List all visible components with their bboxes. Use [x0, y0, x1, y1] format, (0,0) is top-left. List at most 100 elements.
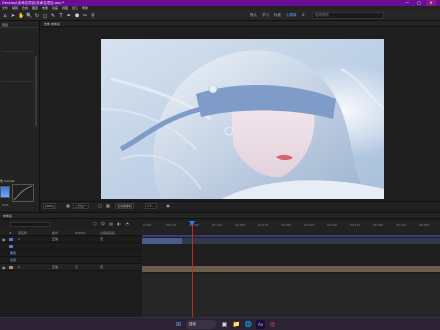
eye-icon[interactable]: ◉	[2, 237, 7, 242]
layer-row[interactable]: 重置	[0, 250, 142, 257]
file-explorer-icon[interactable]: 📁	[232, 320, 241, 329]
brush-tool-icon[interactable]: ✒	[66, 13, 72, 19]
zoom-dropdown[interactable]: (50%)	[43, 203, 57, 209]
windows-taskbar: ⊞ 搜索 ▣ 📁 🌐 Ae ◎	[0, 317, 440, 330]
pen-tool-icon[interactable]: ✎	[50, 13, 56, 19]
taskbar-search[interactable]: 搜索	[186, 320, 216, 329]
tools-toolbar: ⌂ ➤ ✋ 🔍 ↻ ◻ ✎ T ✒ ⬟ ✂ ⚲ 默认 学习 标准 小屏幕 库 ⌕…	[0, 10, 440, 21]
layer-row[interactable]: ◉ 1 正常 无	[0, 236, 142, 243]
eraser-tool-icon[interactable]: ✂	[82, 13, 88, 19]
transparency-icon[interactable]: ▩	[105, 203, 111, 209]
mode-dropdown[interactable]: 正常	[52, 265, 58, 270]
composition-viewer[interactable]	[101, 39, 384, 199]
rotate-tool-icon[interactable]: ↻	[34, 13, 40, 19]
ruler-tick: 03:00f	[281, 223, 291, 227]
after-effects-window: Desktop\未命名项目\未命名项目.aep * — ▢ ✕ 文件 编辑 合成…	[0, 0, 440, 330]
workspace-default[interactable]: 默认	[250, 12, 257, 19]
parent-dropdown[interactable]: 无	[100, 265, 103, 270]
composition-tab[interactable]: 合成 未命名	[44, 21, 60, 27]
ruler-tick: 02:12f	[258, 223, 268, 227]
type-tool-icon[interactable]: T	[58, 13, 64, 19]
layer-list: ◉ 1 正常 无 重置 位置 ◉ 2 正常 无 无	[0, 236, 142, 318]
workspace-small-screen[interactable]: 小屏幕	[286, 12, 297, 19]
layer-bar[interactable]	[142, 238, 182, 244]
layer-row[interactable]	[0, 243, 142, 250]
trkmat-dropdown[interactable]: 无	[75, 264, 78, 271]
property-name: 重置	[10, 251, 17, 255]
views-dropdown[interactable]: 1个...	[145, 203, 157, 209]
selection-tool-icon[interactable]: ➤	[10, 13, 16, 19]
time-ruler[interactable]: 0:00f 00:12f 01:00f 01:12f 02:00f 02:12f…	[142, 221, 440, 237]
composition-tab-bar: 合成 未命名	[41, 21, 440, 27]
playhead-handle[interactable]	[189, 221, 195, 226]
after-effects-icon[interactable]: Ae	[256, 320, 265, 329]
layer-name: 2	[18, 265, 20, 269]
timeline-tab-bar: 未命名	[0, 213, 440, 219]
project-scrollbar[interactable]	[35, 56, 37, 126]
app-icon[interactable]: ◎	[268, 320, 277, 329]
divider	[2, 81, 34, 82]
browser-icon[interactable]: 🌐	[244, 320, 253, 329]
mode-dropdown[interactable]: 正常	[52, 237, 58, 242]
timeline-tab[interactable]: 未命名	[3, 213, 12, 219]
timeline-panel: 未命名 ⬡ ☺ ▤ ◐ ◔ # 源名称 模式 TrkMat 父级和链接 ◉ 1 …	[0, 212, 440, 318]
eye-icon[interactable]: ◉	[2, 265, 7, 270]
viewer-control-bar: (50%) ▦ 二分之一 ▢ ▩ 活动摄像机 1个... ◉	[41, 201, 440, 209]
ruler-tick: 00:12f	[166, 223, 176, 227]
layer-bar[interactable]	[182, 238, 440, 244]
frame-blend-icon[interactable]: ▤	[108, 221, 114, 227]
layer-tracks[interactable]	[142, 237, 440, 318]
label-color[interactable]	[9, 266, 13, 269]
region-icon[interactable]: ▢	[97, 203, 103, 209]
ruler-tick: 02:00f	[235, 223, 245, 227]
artwork-image	[101, 39, 384, 199]
curves-graph[interactable]	[12, 184, 34, 202]
ruler-tick: 01:12f	[212, 223, 222, 227]
hand-tool-icon[interactable]: ✋	[18, 13, 24, 19]
resolution-dropdown[interactable]: 二分之一	[73, 203, 90, 209]
graph-editor-icon[interactable]: ◔	[124, 221, 130, 227]
motion-blur-icon[interactable]: ◐	[116, 221, 122, 227]
snapshot-icon[interactable]: ◉	[165, 203, 171, 209]
channel-label: RGB	[2, 203, 9, 207]
help-search-input[interactable]: 搜索帮助	[312, 12, 384, 19]
ruler-tick: 06:00f	[419, 223, 429, 227]
grid-icon[interactable]: ▦	[65, 203, 71, 209]
zoom-tool-icon[interactable]: 🔍	[26, 13, 32, 19]
project-panel: 项目 色 Curves RGB	[0, 21, 40, 211]
label-color[interactable]	[9, 238, 13, 241]
ruler-tick: 05:12f	[396, 223, 406, 227]
effect-controls-label: 色 Curves	[0, 179, 15, 183]
ruler-tick: 0:00f	[143, 223, 151, 227]
layer-row[interactable]: 位置	[0, 257, 142, 264]
ruler-tick: 04:12f	[350, 223, 360, 227]
empty-track-area[interactable]	[142, 274, 440, 318]
stamp-tool-icon[interactable]: ⬟	[74, 13, 80, 19]
ruler-tick: 03:12f	[304, 223, 314, 227]
ruler-tick: 04:00f	[327, 223, 337, 227]
task-view-icon[interactable]: ▣	[220, 320, 229, 329]
playhead-line[interactable]	[192, 221, 193, 318]
home-icon[interactable]: ⌂	[2, 13, 8, 19]
rectangle-tool-icon[interactable]: ◻	[42, 13, 48, 19]
layer-row[interactable]: ◉ 2 正常 无 无	[0, 264, 142, 271]
camera-dropdown[interactable]: 活动摄像机	[115, 203, 135, 209]
draft-3d-icon[interactable]: ⬡	[92, 221, 98, 227]
workspace-learn[interactable]: 学习	[262, 12, 269, 19]
property-name: 位置	[10, 258, 17, 262]
parent-dropdown[interactable]: 无	[100, 237, 103, 242]
ruler-tick: 05:00f	[373, 223, 383, 227]
layer-bar[interactable]	[142, 266, 440, 272]
timeline-tracks[interactable]: 0:00f 00:12f 01:00f 01:12f 02:00f 02:12f…	[142, 221, 440, 318]
project-tab[interactable]: 项目	[0, 23, 38, 28]
color-swatch[interactable]	[0, 186, 10, 198]
workspace-standard[interactable]: 标准	[274, 12, 281, 19]
puppet-tool-icon[interactable]: ⚲	[90, 13, 96, 19]
search-icon[interactable]: ⌕	[302, 12, 309, 19]
composition-panel: 合成 未命名 (50%) ▦ 二分之一 ▢ ▩ 活动摄像机 1个... ◉	[41, 21, 440, 211]
divider	[2, 51, 34, 52]
timeline-search-input[interactable]	[10, 222, 50, 227]
start-icon[interactable]: ⊞	[174, 320, 183, 329]
shy-icon[interactable]: ☺	[100, 221, 106, 227]
label-color[interactable]	[9, 245, 13, 248]
